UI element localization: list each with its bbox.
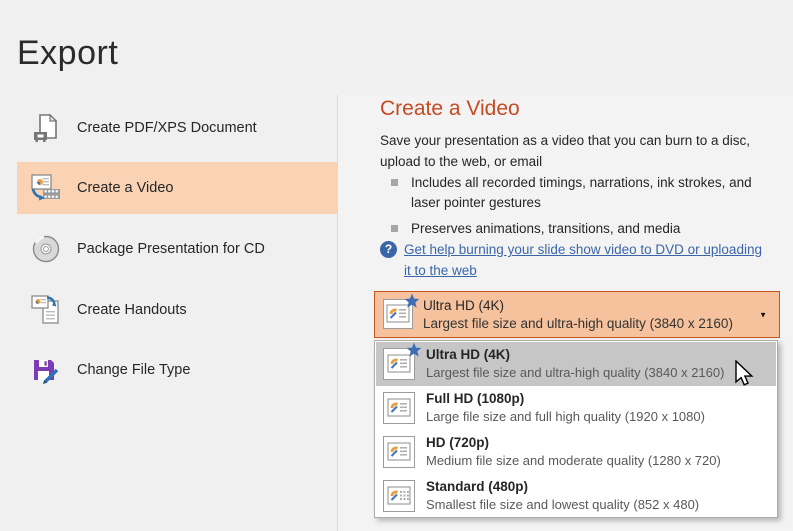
option-subtitle: Medium file size and moderate quality (1… — [426, 453, 721, 468]
option-standard-480p[interactable]: Standard (480p) Smallest file size and l… — [376, 474, 776, 518]
quality-options-list: Ultra HD (4K) Largest file size and ultr… — [374, 340, 778, 518]
sidebar-item-label: Create Handouts — [77, 302, 187, 318]
option-full-hd-1080p[interactable]: Full HD (1080p) Large file size and full… — [376, 386, 776, 430]
help-icon: ? — [380, 241, 397, 258]
full-hd-icon — [383, 392, 415, 424]
chevron-down-icon: ▼ — [759, 310, 767, 319]
page-title: Export — [17, 34, 119, 72]
sidebar-item-label: Change File Type — [77, 362, 191, 378]
option-subtitle: Smallest file size and lowest quality (8… — [426, 497, 700, 512]
sidebar-item-label: Create PDF/XPS Document — [77, 120, 257, 136]
panel-description: Save your presentation as a video that y… — [380, 133, 750, 169]
option-title: HD (720p) — [426, 435, 490, 450]
ultra-hd-icon — [383, 293, 420, 329]
create-video-icon — [30, 172, 62, 204]
sidebar-divider — [337, 95, 338, 531]
sidebar-item-change-file-type[interactable]: Change File Type — [17, 344, 337, 396]
sidebar-item-create-pdf-xps[interactable]: Create PDF/XPS Document — [17, 102, 337, 154]
panel-heading: Create a Video — [380, 97, 520, 120]
ultra-hd-icon — [383, 342, 422, 380]
standard-480p-icon — [383, 480, 415, 512]
help-link[interactable]: Get help burning your slide show video t… — [404, 239, 769, 281]
video-quality-dropdown[interactable]: Ultra HD (4K) Largest file size and ultr… — [374, 291, 780, 338]
hd-720p-icon — [383, 436, 415, 468]
star-icon — [406, 342, 422, 357]
option-subtitle: Large file size and full high quality (1… — [426, 409, 705, 424]
help-row: ? Get help burning your slide show video… — [380, 239, 769, 281]
change-file-type-icon — [30, 354, 62, 386]
option-ultra-hd-4k[interactable]: Ultra HD (4K) Largest file size and ultr… — [376, 342, 776, 386]
option-title: Full HD (1080p) — [426, 391, 525, 406]
feature-list: Includes all recorded timings, narration… — [380, 173, 760, 245]
sidebar-item-package-cd[interactable]: Package Presentation for CD — [17, 223, 337, 275]
sidebar-item-create-handouts[interactable]: Create Handouts — [17, 284, 337, 336]
option-title: Standard (480p) — [426, 479, 529, 494]
sidebar-item-label: Package Presentation for CD — [77, 241, 265, 257]
selected-quality-subtitle: Largest file size and ultra-high quality… — [423, 316, 733, 331]
create-handouts-icon — [30, 294, 62, 326]
feature-item: Preserves animations, transitions, and m… — [380, 219, 763, 239]
option-subtitle: Largest file size and ultra-high quality… — [426, 365, 725, 380]
selected-quality-title: Ultra HD (4K) — [423, 298, 505, 313]
star-icon — [404, 293, 420, 308]
export-backstage: Export Create PDF/XPS Document Create a … — [0, 0, 793, 531]
option-title: Ultra HD (4K) — [426, 347, 511, 362]
option-hd-720p[interactable]: HD (720p) Medium file size and moderate … — [376, 430, 776, 474]
feature-item: Includes all recorded timings, narration… — [380, 173, 763, 213]
mouse-cursor — [735, 360, 754, 386]
sidebar-item-label: Create a Video — [77, 180, 174, 196]
pdf-xps-document-icon — [30, 112, 62, 144]
package-cd-icon — [30, 233, 62, 265]
sidebar-item-create-video[interactable]: Create a Video — [17, 162, 337, 214]
